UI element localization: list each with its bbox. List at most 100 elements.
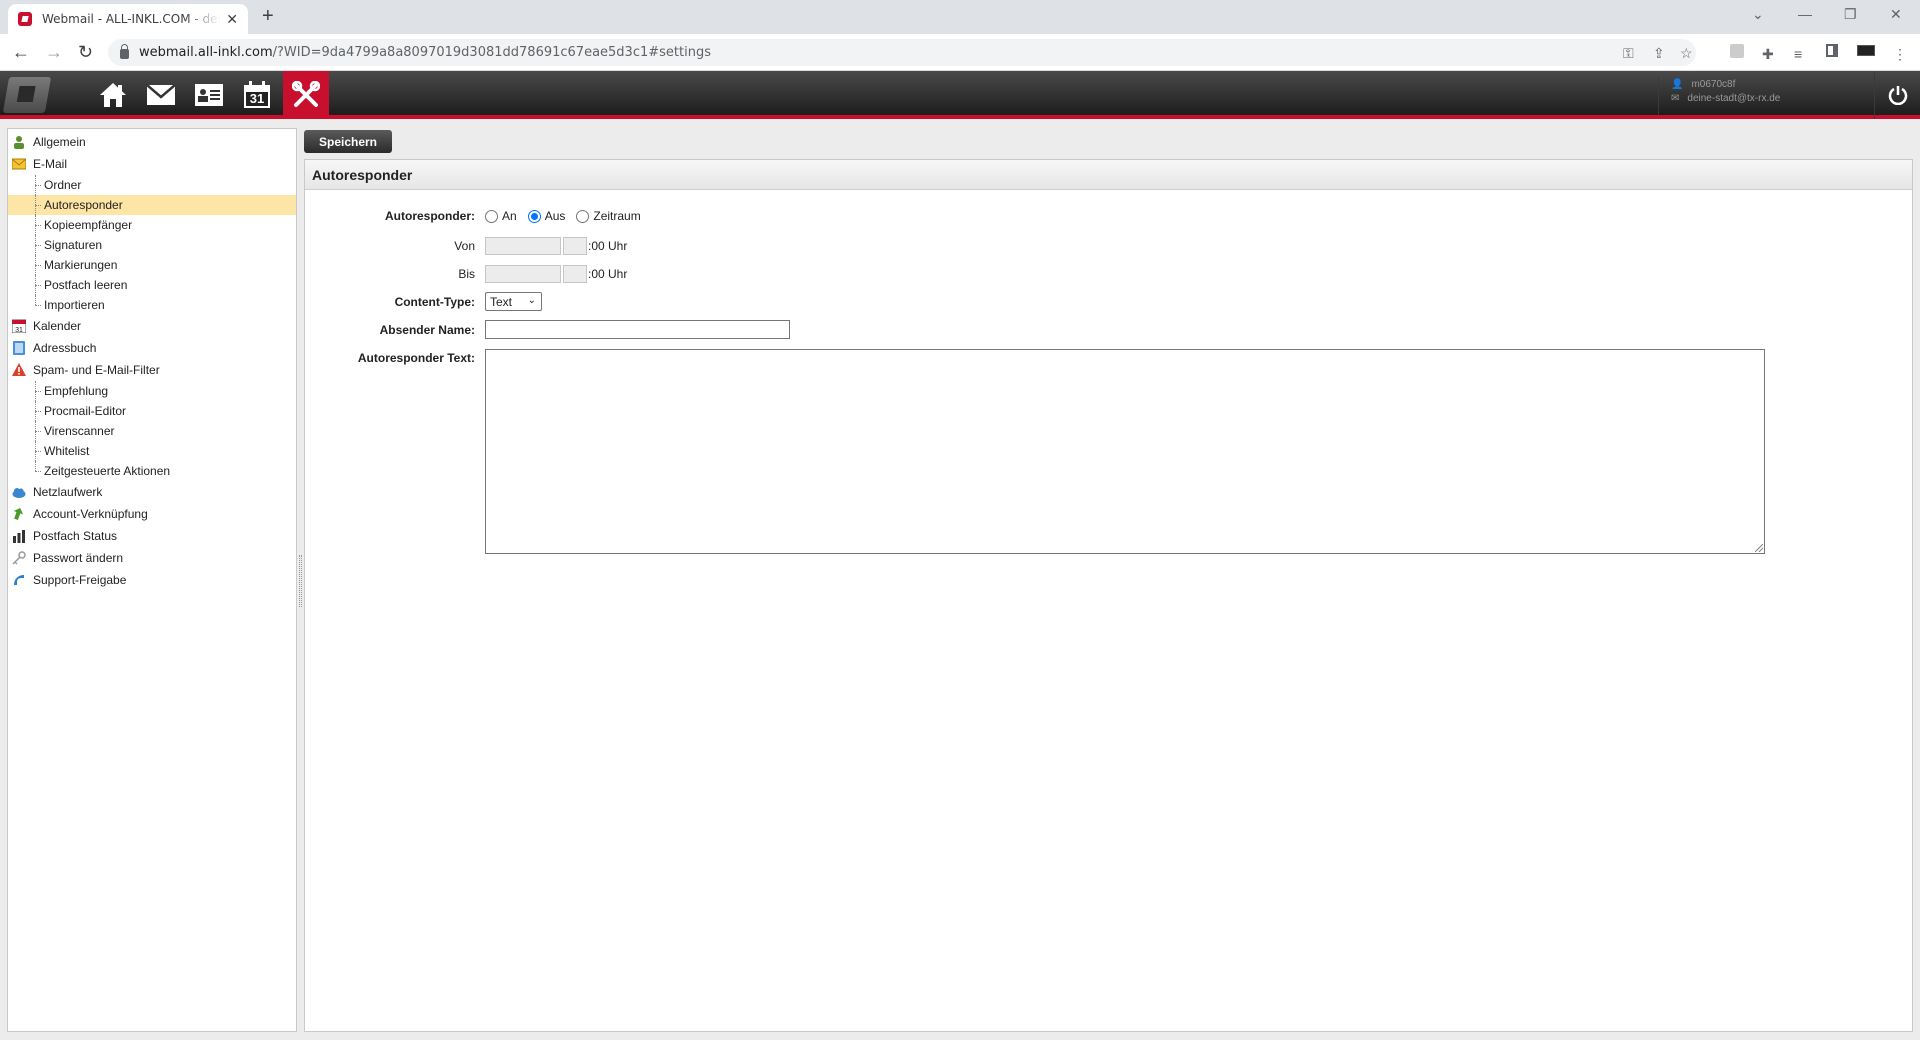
von-hour-field[interactable] (563, 237, 587, 255)
minimize-icon[interactable]: — (1798, 6, 1812, 22)
contact-card-icon (195, 84, 223, 106)
sidebar-item-ordner[interactable]: Ordner (8, 175, 296, 195)
von-date-field[interactable] (485, 237, 561, 255)
sidebar-label: Allgemein (33, 135, 86, 149)
sidebar-item-account-verknuepfung[interactable]: Account-Verknüpfung (8, 503, 296, 525)
nav-mail[interactable] (138, 71, 184, 119)
url-host: webmail.all-inkl.com (139, 45, 273, 60)
content-type-label: Content-Type: (394, 294, 475, 309)
autoresponder-text-row: Autoresponder Text: (305, 349, 1765, 554)
sidebar-label: E-Mail (33, 157, 68, 171)
sidebar-label: Kopieempfänger (44, 218, 133, 232)
new-tab-icon[interactable]: + (262, 5, 274, 28)
save-button[interactable]: Speichern (304, 130, 392, 153)
home-icon (100, 83, 126, 107)
sidebar-item-postfach-leeren[interactable]: Postfach leeren (8, 275, 296, 295)
sidebar-label: Markierungen (44, 258, 118, 272)
bis-hour-field[interactable] (563, 265, 587, 283)
sidebar-label: Support-Freigabe (33, 573, 127, 587)
reload-icon[interactable]: ↻ (78, 42, 93, 63)
tools-icon (292, 81, 320, 107)
bar-chart-icon (13, 530, 25, 543)
browser-toolbar: ← → ↻ webmail.all-inkl.com/?WID=9da4799a… (0, 34, 1920, 71)
radio-aus-label: Aus (544, 209, 566, 223)
addressbook-icon (13, 341, 25, 355)
sidebar-label: Whitelist (44, 444, 90, 458)
sidebar-item-netzlaufwerk[interactable]: Netzlaufwerk (8, 481, 296, 503)
media-icon[interactable]: ≡ (1794, 46, 1802, 62)
menu-icon[interactable]: ⋮ (1893, 46, 1907, 63)
profile-icon[interactable] (1857, 45, 1875, 56)
von-uhr-suffix: :00 Uhr (588, 239, 628, 253)
radio-an-label: An (502, 209, 517, 223)
sidebar-splitter[interactable] (299, 555, 302, 607)
sidebar-item-zeitgesteuerte-aktionen[interactable]: Zeitgesteuerte Aktionen (8, 461, 296, 481)
sidebar-item-spam-filter[interactable]: Spam- und E-Mail-Filter (8, 359, 296, 381)
forward-icon[interactable]: → (45, 42, 63, 63)
logout-button[interactable] (1874, 71, 1920, 119)
calendar-icon: 31 (12, 319, 26, 333)
window-close-icon[interactable]: ✕ (1890, 6, 1902, 23)
sidebar-label: Netzlaufwerk (33, 485, 103, 499)
sidebar-item-kalender[interactable]: 31 Kalender (8, 315, 296, 337)
sidebar-label: Passwort ändern (33, 551, 124, 565)
sidebar-item-support-freigabe[interactable]: Support-Freigabe (8, 569, 296, 591)
user-email: deine-stadt@tx-rx.de (1687, 92, 1781, 104)
nav-settings[interactable] (283, 71, 329, 119)
radio-an[interactable] (485, 209, 498, 223)
sidebar-label: Virenscanner (44, 424, 115, 438)
sidebar-item-importieren[interactable]: Importieren (8, 295, 296, 315)
sidebar-item-virenscanner[interactable]: Virenscanner (8, 421, 296, 441)
browser-tabbar: Webmail - ALL-INKL.COM - deine-stadt@tx-… (0, 0, 1920, 34)
sidebar-item-passwort-aendern[interactable]: Passwort ändern (8, 547, 296, 569)
nav-home[interactable] (90, 71, 136, 119)
favicon-icon (18, 12, 32, 26)
nav-calendar[interactable]: 31 (234, 71, 280, 119)
allinkl-logo[interactable] (2, 77, 52, 113)
sidebar-item-postfach-status[interactable]: Postfach Status (8, 525, 296, 547)
radio-aus[interactable] (527, 209, 541, 223)
warning-icon (12, 363, 26, 376)
restore-icon[interactable]: ❐ (1844, 6, 1857, 23)
sidebar-item-whitelist[interactable]: Whitelist (8, 441, 296, 461)
sidebar-item-adressbuch[interactable]: Adressbuch (8, 337, 296, 359)
user-info: 👤 m0670c8f ✉ deine-stadt@tx-rx.de (1658, 77, 1780, 115)
share-icon[interactable]: ⇪ (1653, 45, 1665, 62)
radio-zeitraum[interactable] (576, 209, 590, 223)
sidebar-item-signaturen[interactable]: Signaturen (8, 235, 296, 255)
sidebar-label: Postfach Status (33, 529, 118, 543)
sidebar-item-empfehlung[interactable]: Empfehlung (8, 381, 296, 401)
sender-name-input[interactable] (485, 320, 790, 339)
back-icon[interactable]: ← (12, 42, 30, 63)
sidebar-item-allgemein[interactable]: Allgemein (8, 131, 296, 153)
sidebar-item-autoresponder[interactable]: Autoresponder (8, 195, 296, 215)
extension-icon[interactable] (1730, 44, 1744, 58)
star-icon[interactable]: ☆ (1680, 45, 1693, 62)
tab-search-icon[interactable]: ⌄ (1752, 6, 1764, 23)
sidebar-label: Ordner (44, 178, 82, 192)
sidebar-item-email[interactable]: E-Mail (8, 153, 296, 175)
radio-zeitraum-label: Zeitraum (593, 209, 641, 223)
nav-contacts[interactable] (186, 71, 232, 119)
bis-date-field[interactable] (485, 265, 561, 283)
sidepanel-icon[interactable] (1826, 44, 1838, 57)
sidebar-item-kopieempfaenger[interactable]: Kopieempfänger (8, 215, 296, 235)
key-icon[interactable]: ⚿ (1623, 45, 1634, 62)
autoresponder-panel: Autoresponder Autoresponder: An Aus Zeit… (304, 159, 1913, 1032)
sidebar-label: Postfach leeren (44, 278, 128, 292)
sidebar-item-markierungen[interactable]: Markierungen (8, 255, 296, 275)
tab-close-icon[interactable]: ✕ (226, 11, 238, 28)
settings-sidebar: Allgemein E-Mail Ordner Autoresponder Ko… (7, 128, 297, 1032)
content-type-value: Text (490, 294, 513, 309)
autoresponder-textarea[interactable] (485, 349, 1765, 554)
autoresponder-label: Autoresponder: (385, 209, 475, 223)
sidebar-item-procmail-editor[interactable]: Procmail-Editor (8, 401, 296, 421)
von-row: Von :00 Uhr (305, 237, 627, 255)
content-type-select[interactable]: Text ⌄ (485, 292, 542, 311)
mail-icon (147, 85, 175, 105)
address-bar[interactable]: webmail.all-inkl.com/?WID=9da4799a8a8097… (108, 39, 1696, 66)
envelope-icon (12, 158, 26, 170)
puzzle-icon[interactable]: ✚ (1762, 46, 1774, 63)
browser-tab[interactable]: Webmail - ALL-INKL.COM - deine-stadt@tx-… (8, 4, 248, 34)
sidebar-label: Importieren (44, 298, 105, 312)
